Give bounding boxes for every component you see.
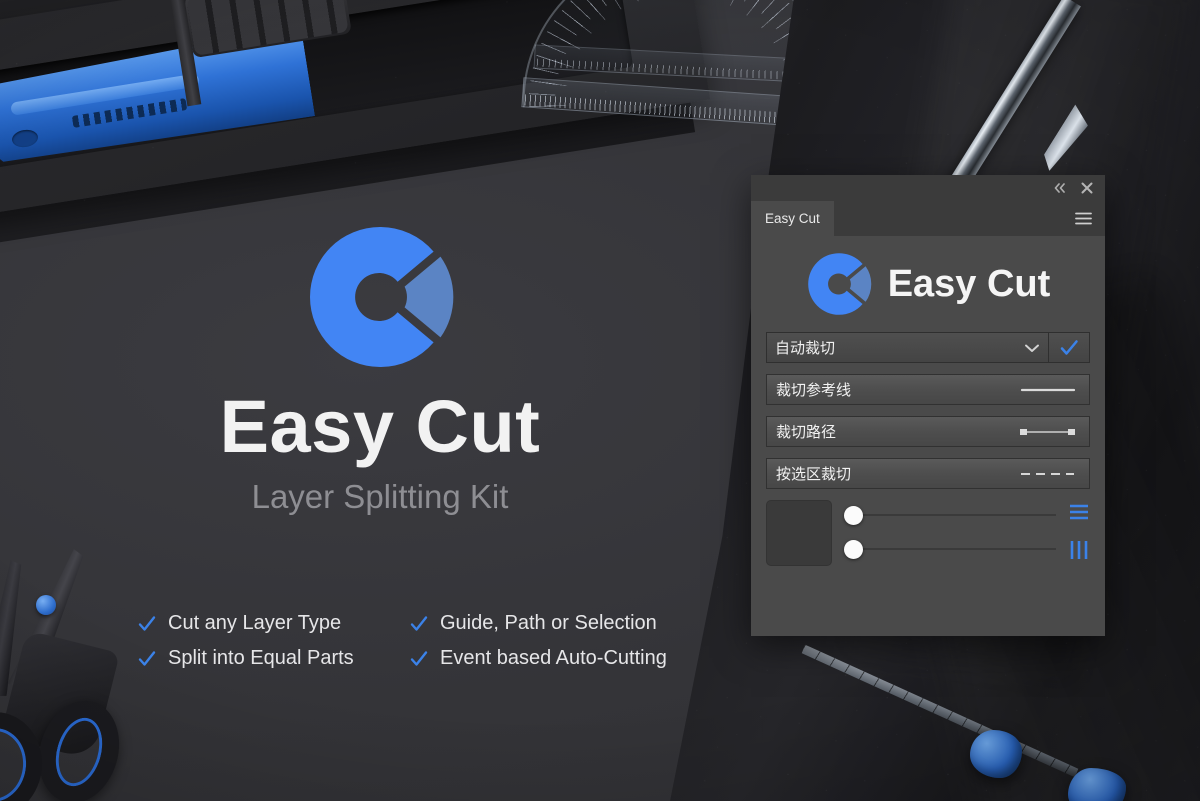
check-icon	[410, 650, 428, 666]
feature-label: Cut any Layer Type	[168, 612, 342, 634]
cut-by-guides-button[interactable]: 裁切参考线	[766, 374, 1090, 405]
vertical-count-slider[interactable]	[844, 538, 1056, 560]
easy-cut-logo-icon	[305, 222, 455, 372]
slider-handle[interactable]	[844, 505, 863, 525]
horizontal-count-slider[interactable]	[844, 504, 1056, 526]
slider-track	[853, 548, 1056, 550]
hero-section: Easy Cut Layer Splitting Kit	[0, 222, 760, 513]
close-icon[interactable]	[1080, 181, 1094, 195]
feature-label: Guide, Path or Selection	[440, 612, 657, 634]
blue-glass-stone	[970, 730, 1022, 778]
cut-by-path-button[interactable]: 裁切路径	[766, 416, 1090, 447]
solid-line-icon	[1020, 388, 1076, 391]
panel-brand-name: Easy Cut	[887, 262, 1051, 305]
feature-label: Event based Auto-Cutting	[440, 647, 667, 669]
feature-list: Cut any Layer Type Guide, Path or Select…	[138, 612, 738, 670]
feature-item: Cut any Layer Type	[138, 612, 410, 635]
check-icon	[410, 615, 428, 631]
sliders-group	[844, 500, 1056, 566]
page-subtitle: Layer Splitting Kit	[251, 478, 509, 515]
easy-cut-plugin-panel: Easy Cut Easy Cut 自动裁切 裁切参考线 裁切路径 按选区裁切	[751, 175, 1105, 636]
panel-titlebar	[751, 175, 1105, 201]
easy-cut-logo-icon	[806, 251, 872, 317]
double-chevron-left-icon[interactable]	[1052, 181, 1066, 195]
horizontal-lines-icon[interactable]	[1069, 503, 1089, 521]
cut-by-guides-label: 裁切参考线	[776, 382, 852, 399]
mode-select-value: 自动裁切	[775, 340, 836, 357]
mode-select[interactable]: 自动裁切	[766, 332, 1048, 363]
confirm-button[interactable]	[1048, 332, 1090, 363]
cut-by-selection-label: 按选区裁切	[776, 466, 852, 483]
screenshot-root: Easy Cut Layer Splitting Kit Cut any Lay…	[0, 0, 1200, 801]
check-icon	[1060, 339, 1078, 355]
orientation-icons	[1068, 500, 1090, 566]
hamburger-menu-icon[interactable]	[1075, 212, 1092, 225]
mode-select-row: 自动裁切	[766, 332, 1090, 363]
feature-item: Guide, Path or Selection	[410, 612, 738, 635]
color-swatch[interactable]	[766, 500, 832, 566]
tabbar-filler	[834, 201, 1105, 236]
feature-item: Event based Auto-Cutting	[410, 647, 738, 670]
feature-item: Split into Equal Parts	[138, 647, 410, 670]
tab-easy-cut[interactable]: Easy Cut	[751, 201, 834, 236]
path-segment-icon	[1020, 428, 1075, 435]
cut-by-selection-button[interactable]: 按选区裁切	[766, 458, 1090, 489]
check-icon	[138, 650, 156, 666]
feature-label: Split into Equal Parts	[168, 647, 354, 669]
slider-handle[interactable]	[844, 539, 863, 559]
panel-brand: Easy Cut	[766, 236, 1090, 332]
vertical-lines-icon[interactable]	[1069, 540, 1089, 560]
dashed-line-icon	[1021, 472, 1074, 475]
check-icon	[138, 615, 156, 631]
panel-tabbar: Easy Cut	[751, 201, 1105, 236]
slider-track	[853, 514, 1056, 516]
chevron-down-icon	[1025, 344, 1039, 352]
cut-by-path-label: 裁切路径	[776, 424, 837, 441]
panel-body: Easy Cut 自动裁切 裁切参考线 裁切路径 按选区裁切	[751, 236, 1105, 566]
page-title: Easy Cut	[219, 385, 541, 468]
controls-row	[766, 500, 1090, 566]
tab-label: Easy Cut	[765, 211, 820, 226]
